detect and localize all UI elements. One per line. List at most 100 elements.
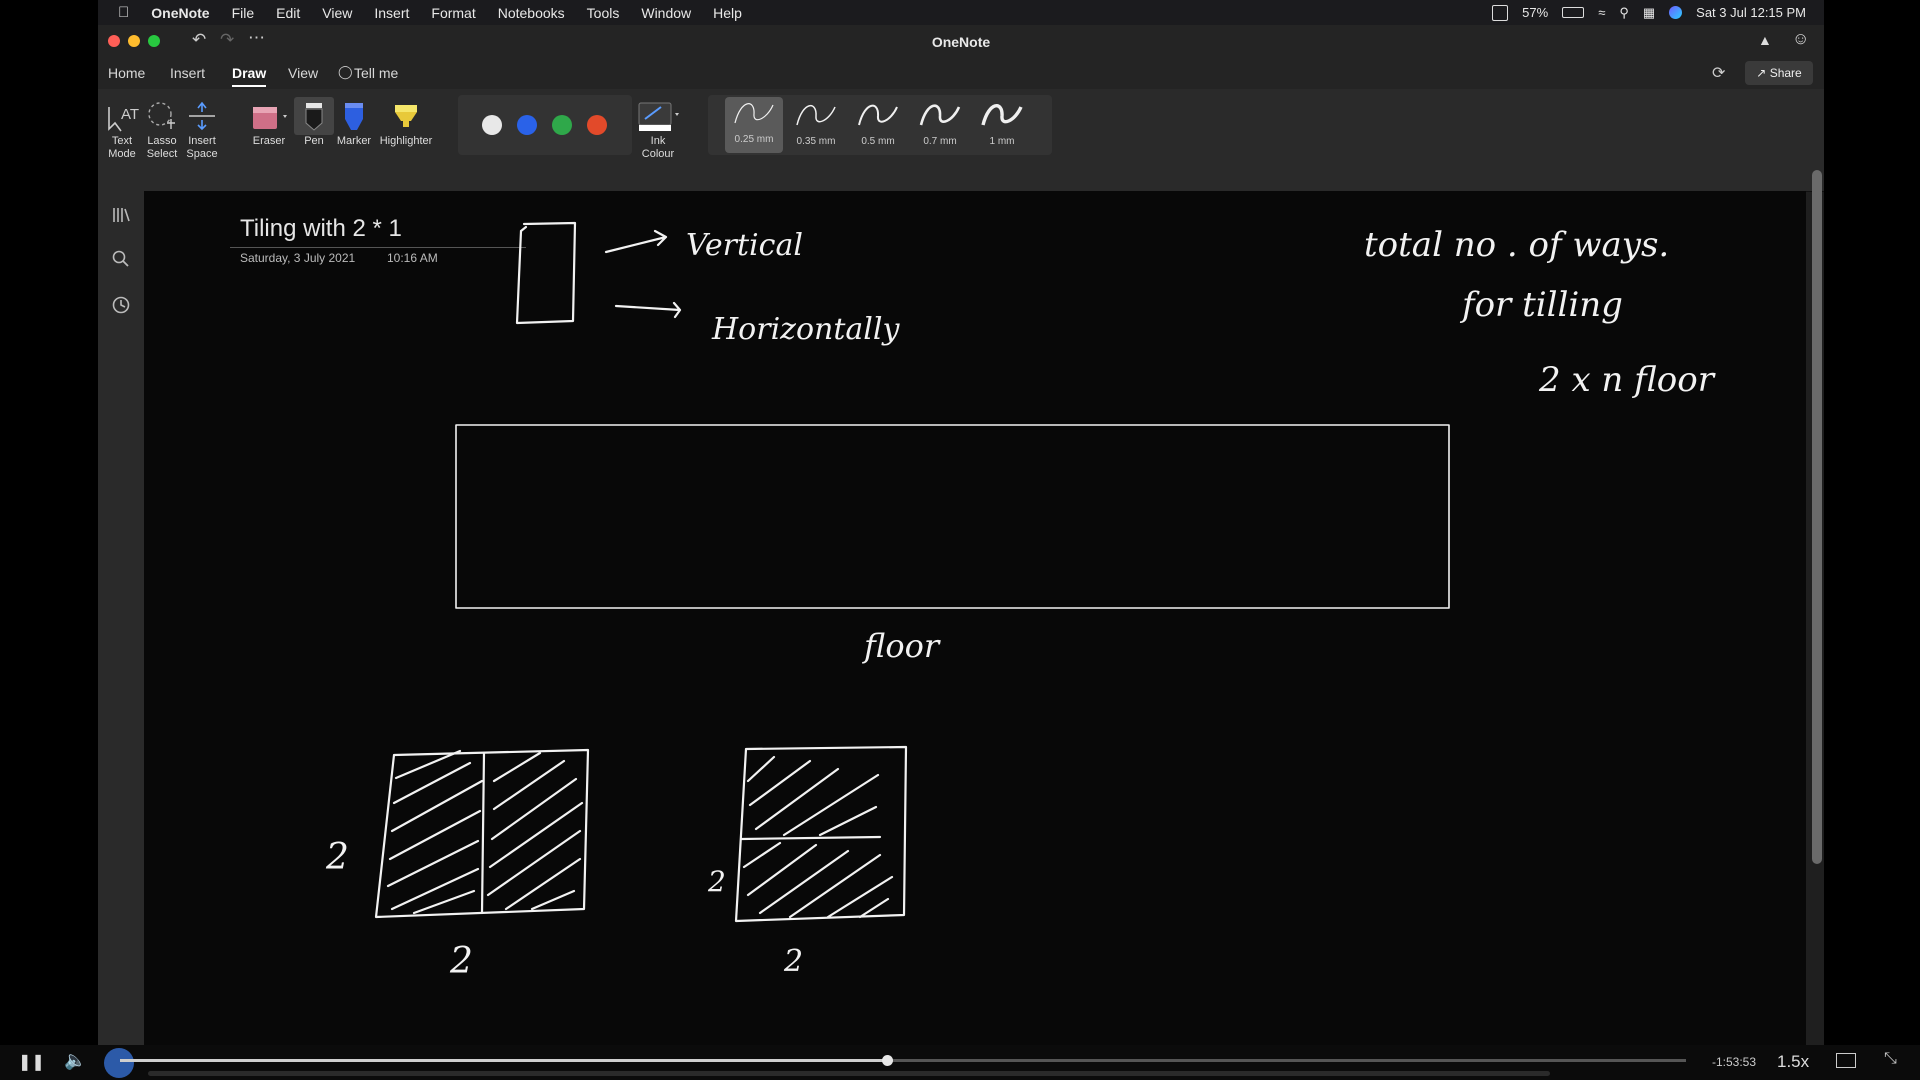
lasso-select-button[interactable]: Lasso Select — [140, 97, 184, 161]
pen-button[interactable]: Pen — [294, 97, 334, 148]
menu-window[interactable]: Window — [641, 5, 691, 21]
highlighter-label: Highlighter — [379, 135, 433, 147]
marker-label: Marker — [336, 135, 372, 147]
picture-in-picture-icon[interactable] — [1836, 1053, 1856, 1068]
share-label: Share — [1769, 66, 1802, 80]
menu-help[interactable]: Help — [713, 5, 742, 21]
ink-note-line-1: total no . of ways. — [1364, 225, 1669, 265]
tab-view[interactable]: View — [288, 57, 318, 89]
ink-dim-b-bottom: 2 — [783, 944, 803, 979]
insert-space-icon — [189, 101, 215, 131]
title-bar: ↶ ↷ ⋯ OneNote ▲ ☺ — [98, 25, 1824, 57]
notebooks-icon[interactable] — [111, 205, 131, 225]
ink-colour-button[interactable]: Ink Colour — [632, 97, 684, 161]
ink-arrow-horizontal — [614, 301, 682, 319]
fullscreen-exit-icon[interactable]: ⤡ — [1884, 1050, 1897, 1068]
horizontal-scrollbar[interactable] — [148, 1071, 1550, 1076]
menu-notebooks[interactable]: Notebooks — [498, 5, 565, 21]
menu-app-name[interactable]: OneNote — [151, 5, 209, 21]
playhead-thumbnail[interactable] — [104, 1048, 134, 1078]
ink-arrow-vertical — [604, 229, 668, 254]
colour-palette — [458, 95, 632, 155]
pen-size-0-7[interactable]: 0.7 mm — [911, 99, 969, 147]
menu-insert[interactable]: Insert — [374, 5, 409, 21]
colour-green-swatch[interactable] — [552, 115, 572, 135]
recent-notes-clock-icon[interactable] — [111, 295, 131, 315]
lasso-select-label-1: Lasso — [147, 135, 177, 147]
insert-space-button[interactable]: Insert Space — [180, 97, 224, 161]
colour-red-swatch[interactable] — [587, 115, 607, 135]
pen-stroke-icon — [734, 103, 774, 124]
text-mode-label-2: Mode — [108, 148, 136, 160]
pen-stroke-icon — [919, 104, 961, 126]
lightbulb-icon: ◯ — [338, 64, 353, 79]
text-mode-label-1: Text — [111, 135, 133, 147]
lasso-select-icon — [148, 102, 175, 129]
pen-size-0-35[interactable]: 0.35 mm — [787, 99, 845, 147]
pen-stroke-icon — [858, 104, 898, 126]
marker-button[interactable]: Marker — [334, 97, 374, 148]
onenote-window: ↶ ↷ ⋯ OneNote ▲ ☺ Home Insert Draw View … — [98, 25, 1824, 1045]
volume-icon[interactable]: 🔈 — [64, 1050, 86, 1071]
menu-file[interactable]: File — [232, 5, 255, 21]
eraser-label: Eraser — [252, 135, 286, 147]
feedback-smiley-icon[interactable]: ☺ — [1792, 29, 1809, 49]
eraser-icon — [253, 107, 287, 129]
notifications-icon[interactable]: ▲ — [1758, 32, 1772, 48]
colour-blue-swatch[interactable] — [517, 115, 537, 135]
menu-bar:  OneNote File Edit View Insert Format N… — [98, 0, 1824, 25]
progress-knob[interactable] — [882, 1055, 894, 1066]
battery-percent: 57% — [1522, 5, 1549, 20]
playback-speed[interactable]: 1.5x — [1777, 1052, 1809, 1072]
pen-size-gallery: 0.25 mm 0.35 mm 0.5 mm 0.7 mm 1 mm — [708, 95, 1052, 155]
time-remaining: -1:53:53 — [1712, 1055, 1757, 1069]
tab-home[interactable]: Home — [108, 57, 145, 89]
search-icon[interactable] — [111, 249, 131, 269]
ink-colour-label-1: Ink — [650, 135, 666, 147]
window-title: OneNote — [931, 34, 991, 50]
navigation-sidebar — [98, 191, 144, 1045]
pen-stroke-icon — [981, 104, 1023, 126]
pause-icon[interactable]: ❚❚ — [18, 1052, 45, 1072]
pen-size-label: 0.25 mm — [734, 134, 774, 145]
vertical-scrollbar[interactable] — [1812, 170, 1822, 864]
ink-dim-a-left: 2 — [325, 837, 349, 878]
tab-draw[interactable]: Draw — [232, 57, 267, 89]
spotlight-search-icon[interactable]: ⚲ — [1619, 5, 1629, 21]
ink-note-line-2: for tilling — [1459, 285, 1623, 325]
menu-format[interactable]: Format — [431, 5, 475, 21]
insert-space-label-2: Space — [186, 148, 218, 160]
pen-size-label: 0.5 mm — [861, 136, 895, 147]
siri-icon[interactable] — [1669, 6, 1683, 19]
highlighter-icon — [395, 105, 417, 127]
ink-note-line-3: 2 x n floor — [1538, 360, 1716, 400]
highlighter-button[interactable]: Highlighter — [376, 97, 436, 148]
input-source-icon[interactable] — [1492, 4, 1509, 21]
wifi-icon[interactable]: ≈ — [1598, 5, 1605, 20]
ink-drawing-layer[interactable]: Vertical Horizontally total no . of ways… — [144, 191, 1806, 1045]
pen-icon — [305, 103, 323, 131]
sync-icon[interactable]: ⟳ — [1712, 63, 1725, 83]
pen-size-1[interactable]: 1 mm — [973, 99, 1031, 147]
tab-insert[interactable]: Insert — [170, 57, 205, 89]
apple-icon[interactable]:  — [118, 4, 129, 21]
menu-tools[interactable]: Tools — [587, 5, 620, 21]
control-center-icon[interactable]: ▦ — [1643, 5, 1655, 21]
ink-tiling-two-horizontal — [734, 745, 908, 923]
colour-white-swatch[interactable] — [482, 115, 502, 135]
battery-icon[interactable] — [1562, 7, 1585, 18]
pen-size-0-25[interactable]: 0.25 mm — [725, 97, 783, 153]
tell-me-search[interactable]: Tell me — [354, 57, 398, 89]
eraser-button[interactable]: Eraser — [244, 97, 294, 148]
pen-label: Pen — [304, 135, 324, 147]
ink-tiling-two-vertical — [374, 748, 590, 919]
text-mode-button[interactable]: AT Text Mode — [100, 97, 144, 161]
page-canvas[interactable]: Tiling with 2 * 1 Saturday, 3 July 2021 … — [144, 191, 1806, 1045]
menu-edit[interactable]: Edit — [276, 5, 300, 21]
menu-clock[interactable]: Sat 3 Jul 12:15 PM — [1696, 5, 1806, 20]
ink-label-horizontally: Horizontally — [711, 312, 900, 347]
pen-size-0-5[interactable]: 0.5 mm — [849, 99, 907, 147]
svg-text:AT: AT — [121, 106, 139, 123]
menu-view[interactable]: View — [322, 5, 352, 21]
share-button[interactable]: ↗ Share — [1745, 61, 1813, 85]
